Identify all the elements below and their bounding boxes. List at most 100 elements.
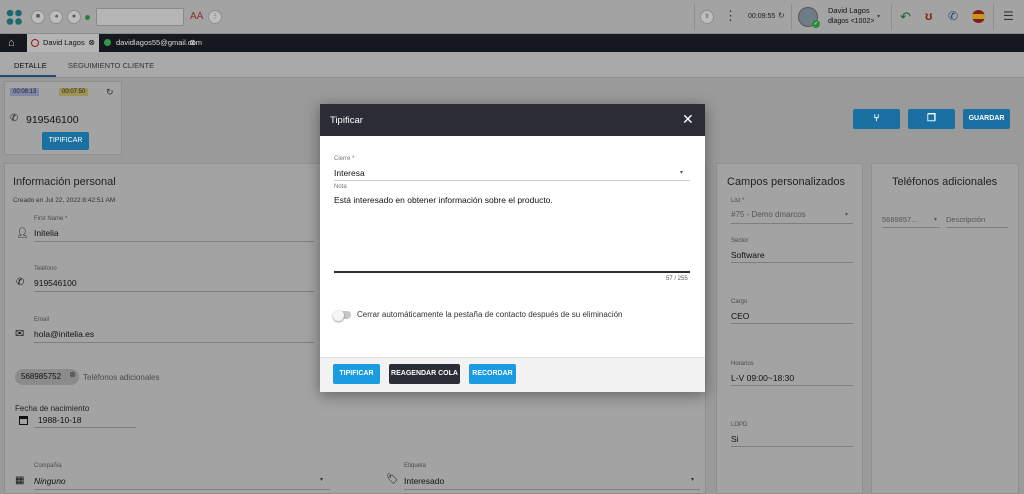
- hold-button[interactable]: ■: [31, 10, 45, 24]
- extra-phone-value[interactable]: 5689857...: [882, 215, 917, 224]
- personal-info-title: Información personal: [13, 176, 116, 188]
- home-icon[interactable]: ⌂: [8, 37, 15, 49]
- list-dropdown-icon[interactable]: ▾: [845, 211, 848, 218]
- created-date: Creado en Jul 22, 2022 8:42:51 AM: [13, 197, 116, 204]
- extra-phone-dropdown-icon[interactable]: ▾: [934, 216, 937, 223]
- mic-button[interactable]: ●: [67, 10, 81, 24]
- language-flag-icon[interactable]: [972, 10, 985, 23]
- refresh-icon[interactable]: ↻: [106, 87, 114, 98]
- tag-label: Etiqueta: [404, 463, 427, 469]
- call-timer-badge: 00:08:13: [10, 88, 40, 96]
- close-icon[interactable]: ✕: [682, 111, 694, 128]
- first-name-value[interactable]: Initelia: [34, 228, 59, 238]
- cargo-value[interactable]: CEO: [731, 311, 749, 321]
- additional-phones-input[interactable]: Teléfonos adicionales: [83, 373, 160, 382]
- call-phone-icon: ✆: [10, 113, 19, 124]
- sector-value[interactable]: Software: [731, 250, 765, 260]
- top-bar: ■ ◂ ● AA ⋮ II ⋮ 00:09:55 ↻ ✓ David Lagos…: [0, 0, 1024, 34]
- auto-close-toggle[interactable]: [333, 309, 351, 321]
- sector-label: Sector: [731, 238, 749, 244]
- merge-button[interactable]: ⑂: [853, 109, 900, 129]
- lopd-value[interactable]: Si: [731, 434, 739, 444]
- phone-value[interactable]: 919546100: [34, 278, 77, 288]
- online-check-icon: ✓: [812, 20, 820, 28]
- email-icon: ✉: [15, 328, 25, 340]
- person-icon: 👤︎: [16, 228, 29, 239]
- calendar-icon: [19, 416, 28, 425]
- custom-fields-title: Campos personalizados: [727, 176, 846, 188]
- first-name-underline: [34, 241, 314, 242]
- company-value[interactable]: Ninguno: [34, 476, 66, 486]
- phone-chip[interactable]: 568985752 ⊗: [15, 369, 79, 385]
- custom-fields-panel: Campos personalizados List * #75 - Demo …: [716, 163, 863, 494]
- extra-phone-description[interactable]: Descripción: [946, 215, 985, 224]
- cierre-dropdown-icon[interactable]: ▾: [680, 169, 683, 176]
- hamburger-menu-icon[interactable]: ☰: [1003, 9, 1014, 23]
- tipificar-modal: Tipificar ✕ Cierre * Interesa ▾ Nota Est…: [320, 104, 705, 392]
- user-menu-chevron-icon[interactable]: ▾: [877, 13, 880, 20]
- call-phone-number: 919546100: [26, 114, 79, 126]
- call-card: 00:08:13 00:07:50 ↻ ✆ 919546100 TIPIFICA…: [4, 81, 122, 155]
- horarios-value[interactable]: L-V 09:00~18:30: [731, 373, 794, 383]
- contact-tab-david[interactable]: David Lagos ⊗: [27, 34, 99, 52]
- birth-underline: [34, 427, 136, 428]
- tag-value[interactable]: Interesado: [404, 476, 444, 486]
- modal-title: Tipificar: [330, 115, 363, 126]
- company-underline: [34, 489, 330, 490]
- tag-dropdown-icon[interactable]: ▾: [691, 476, 694, 483]
- top-divider-1: [694, 4, 695, 30]
- reagendar-cola-button[interactable]: REAGENDAR COLA: [389, 364, 460, 384]
- user-extension: dlagos <1002>: [828, 18, 875, 25]
- tab-detalle[interactable]: DETALLE: [14, 61, 47, 70]
- cierre-select[interactable]: Interesa: [334, 168, 365, 178]
- company-icon: ▦: [15, 475, 25, 486]
- top-divider-4: [993, 4, 994, 30]
- recordar-button[interactable]: RECORDAR: [469, 364, 516, 384]
- email-label: Email: [34, 317, 50, 323]
- tipificar-button[interactable]: TIPIFICAR: [333, 364, 380, 384]
- volume-button[interactable]: ◂: [49, 10, 63, 24]
- close-tab-icon[interactable]: ⊗: [189, 34, 196, 52]
- company-dropdown-icon[interactable]: ▾: [320, 476, 323, 483]
- lopd-label: LOPD: [731, 422, 748, 428]
- sector-underline: [731, 262, 853, 263]
- list-value[interactable]: #75 - Demo dmarcos: [731, 210, 806, 219]
- top-divider-2: [791, 4, 792, 30]
- tag-underline: [404, 489, 700, 490]
- phone-forward-icon[interactable]: ✆: [948, 9, 958, 23]
- whatsapp-icon: [104, 39, 111, 46]
- app-logo-icon: [6, 9, 23, 26]
- contact-tabs-bar: ⌂ David Lagos ⊗ davidlagos55@gmail.com ⊗: [0, 34, 1024, 52]
- contact-user-icon: [31, 39, 39, 47]
- phone-icon: ✆: [16, 277, 25, 288]
- more-menu-icon[interactable]: ⋮: [724, 8, 737, 24]
- copy-button[interactable]: ❐: [908, 109, 955, 129]
- tab-detalle-indicator: [0, 75, 56, 77]
- cargo-label: Cargo: [731, 299, 748, 305]
- session-timer: 00:09:55: [748, 13, 776, 20]
- cierre-underline: [334, 180, 690, 181]
- dial-input[interactable]: [96, 8, 184, 26]
- hangup-icon[interactable]: ʊ: [925, 9, 932, 23]
- tab-seguimiento[interactable]: SEGUIMIENTO CLIENTE: [68, 61, 154, 70]
- pause-button[interactable]: II: [700, 10, 714, 24]
- reply-arrow-icon[interactable]: ↶: [900, 9, 911, 25]
- email-value[interactable]: hola@initelia.es: [34, 329, 94, 339]
- guardar-button[interactable]: GUARDAR: [963, 109, 1010, 129]
- chip-remove-icon[interactable]: ⊗: [69, 370, 76, 379]
- list-underline: [731, 223, 853, 224]
- extra-description-underline: [946, 227, 1008, 228]
- close-tab-icon[interactable]: ⊗: [88, 34, 95, 52]
- nota-underline: [334, 271, 690, 273]
- contact-tab-email[interactable]: davidlagos55@gmail.com ⊗: [100, 34, 202, 52]
- additional-phones-panel: Teléfonos adicionales 5689857... ▾ Descr…: [871, 163, 1019, 494]
- email-underline: [34, 342, 314, 343]
- font-size-button[interactable]: AA: [190, 11, 203, 22]
- horarios-underline: [731, 385, 853, 386]
- tipificar-card-button[interactable]: TIPIFICAR: [42, 132, 89, 150]
- grid-icon[interactable]: ⋮: [208, 10, 222, 24]
- nota-textarea[interactable]: Está interesado en obtener información s…: [334, 195, 690, 271]
- cierre-label: Cierre *: [334, 156, 355, 162]
- top-divider-3: [891, 4, 892, 30]
- birth-value[interactable]: 1988-10-18: [38, 415, 81, 425]
